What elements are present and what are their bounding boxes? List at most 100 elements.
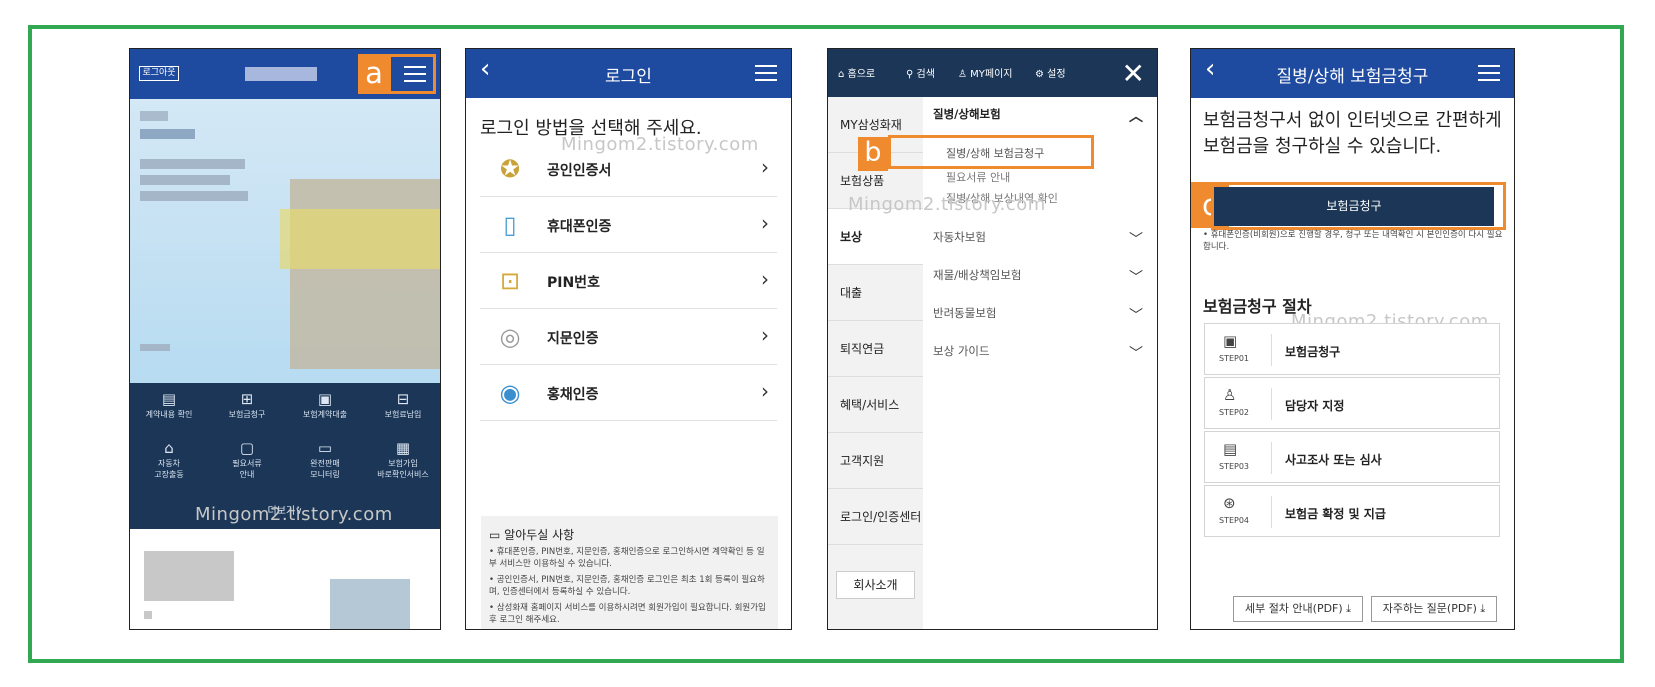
eye-icon: ◉ — [499, 379, 521, 407]
login-option-certificate[interactable]: ✪ 공인인증서 › — [480, 141, 777, 197]
speech-bubble-icon: ▭ — [489, 528, 505, 542]
page-title: 로그인 — [605, 67, 652, 87]
chevron-right-icon: › — [761, 155, 769, 179]
blurred-text — [140, 129, 195, 139]
home-screen: 로그아웃 ▤ 계약내용 확인 ⊞ 보험금청구 ▣ 보험계약대출 ⊟ 보험료납입 ⌂ 자동차… — [129, 48, 441, 630]
notice-title: ▭ 알아두실 사항 — [489, 528, 575, 542]
hamburger-icon[interactable] — [755, 65, 777, 81]
menu-item-compensation[interactable]: 보상 — [828, 209, 923, 265]
chevron-up-icon: ︿ — [1129, 109, 1143, 125]
step-4: ⊛ STEP04 보험금 확정 및 지급 — [1204, 485, 1500, 537]
car-icon: ⌂ — [164, 439, 174, 457]
section-auto[interactable]: 자동차보험 ﹀ — [933, 229, 1143, 248]
promo-area — [130, 529, 440, 629]
chevron-down-icon: ﹀ — [1129, 270, 1143, 286]
step-label: 보험금 확정 및 지급 — [1285, 507, 1386, 521]
loan-icon: ▣ — [317, 390, 333, 408]
step-number: STEP04 — [1219, 516, 1250, 525]
tile-claim[interactable]: ⊞ 보험금청구 — [208, 390, 286, 420]
back-icon[interactable]: ‹ — [480, 54, 490, 84]
settings-link[interactable]: ⚙ 설정 — [1035, 65, 1066, 80]
claim-screen: ‹ 질병/상해 보험금청구 보험금청구서 없이 인터넷으로 간편하게 보험금을 … — [1190, 48, 1515, 630]
claim-topbar: ‹ 질병/상해 보험금청구 — [1191, 49, 1514, 98]
chevron-right-icon: › — [761, 267, 769, 291]
search-link[interactable]: ⚲ 검색 — [906, 65, 935, 80]
divider — [1271, 388, 1272, 420]
login-option-fingerprint[interactable]: ◎ 지문인증 › — [480, 309, 777, 365]
tile-loan[interactable]: ▣ 보험계약대출 — [286, 390, 364, 420]
option-label: PIN번호 — [547, 275, 600, 291]
step-number: STEP03 — [1219, 462, 1250, 471]
blurred-text — [140, 344, 170, 351]
hamburger-icon[interactable] — [1478, 65, 1500, 81]
login-option-phone[interactable]: ▯ 휴대폰인증 › — [480, 197, 777, 253]
step-3: ▤ STEP03 사고조사 또는 심사 — [1204, 431, 1500, 483]
section-guide[interactable]: 보상 가이드 ﹀ — [933, 343, 1143, 362]
phone-icon: ▯ — [503, 211, 517, 239]
login-option-iris[interactable]: ◉ 홍채인증 › — [480, 365, 777, 421]
tile-confirm[interactable]: ▦ 보험가입 바로확인서비스 — [364, 439, 440, 480]
hamburger-icon[interactable] — [404, 66, 426, 82]
blurred-image — [330, 579, 410, 629]
home-link[interactable]: ⌂ 홈으로 — [838, 65, 875, 80]
close-icon[interactable]: ✕ — [1122, 57, 1145, 90]
sub-link-claim[interactable]: 질병/상해 보험금청구 — [946, 145, 1044, 161]
claim-button[interactable]: 보험금청구 — [1214, 187, 1494, 226]
section-pet[interactable]: 반려동물보험 ﹀ — [933, 305, 1143, 324]
menu-item-benefits[interactable]: 혜택/서비스 — [828, 377, 923, 433]
menu-item-loan[interactable]: 대출 — [828, 265, 923, 321]
tile-documents[interactable]: ▢ 필요서류 안내 — [208, 439, 286, 480]
fingerprint-icon: ◎ — [499, 323, 521, 351]
menu-item-support[interactable]: 고객지원 — [828, 433, 923, 489]
process-pdf-button[interactable]: 세부 절차 안내(PDF) ⤓ — [1233, 596, 1363, 622]
document-check-icon: ▤ — [161, 390, 177, 408]
chevron-right-icon: › — [761, 211, 769, 235]
mypage-link[interactable]: ♙ MY페이지 — [958, 65, 1013, 80]
watermark: Mingom2.tistory.com — [195, 504, 393, 525]
logout-button[interactable]: 로그아웃 — [139, 66, 179, 81]
blurred-text — [144, 611, 152, 619]
option-label: 공인인증서 — [547, 163, 612, 179]
payment-icon: ⊛ — [1223, 494, 1236, 512]
section-property[interactable]: 재물/배상책임보험 ﹀ — [933, 267, 1143, 286]
claim-lead: 보험금청구서 없이 인터넷으로 간편하게 보험금을 청구하실 수 있습니다. — [1203, 110, 1502, 157]
document-icon: ▢ — [239, 439, 255, 457]
chevron-right-icon: › — [761, 323, 769, 347]
claim-icon: ⊞ — [240, 390, 254, 408]
menu-screen: ⌂ 홈으로 ⚲ 검색 ♙ MY페이지 ⚙ 설정 ✕ MY삼성화재 보험상품 보상… — [827, 48, 1158, 630]
blurred-image — [280, 209, 440, 269]
step-2: ♙ STEP02 담당자 지정 — [1204, 377, 1500, 429]
faq-pdf-button[interactable]: 자주하는 질문(PDF) ⤓ — [1371, 596, 1497, 622]
confirm-icon: ▦ — [395, 439, 411, 457]
gear-icon: ⚙ — [1035, 69, 1048, 80]
person-icon: ♙ — [958, 69, 971, 80]
menu-item-login-center[interactable]: 로그인/인증센터 — [828, 489, 923, 545]
sub-link-documents[interactable]: 필요서류 안내 — [946, 169, 1010, 185]
review-icon: ▤ — [1223, 440, 1238, 458]
blurred-text — [144, 551, 234, 601]
tile-car[interactable]: ⌂ 자동차 고장출동 — [130, 439, 208, 480]
login-topbar: ‹ 로그인 — [466, 49, 791, 98]
payment-icon: ⊟ — [396, 390, 410, 408]
tile-monitoring[interactable]: ▭ 완전판매 모니터링 — [286, 439, 364, 480]
watermark: Mingom2.tistory.com — [848, 194, 1046, 215]
pin-lock-icon: ⊡ — [499, 267, 521, 295]
step-1: ▣ STEP01 보험금청구 — [1204, 323, 1500, 375]
notice-box: ▭ 알아두실 사항 • 휴대폰인증, PIN번호, 지문인증, 홍채인증으로 로… — [481, 516, 778, 629]
section-disease[interactable]: 질병/상해보험 ︿ — [933, 106, 1143, 125]
chevron-right-icon: › — [761, 379, 769, 403]
company-button[interactable]: 회사소개 — [836, 571, 915, 599]
tile-contract[interactable]: ▤ 계약내용 확인 — [130, 390, 208, 420]
blurred-text — [140, 191, 248, 201]
menu-item-pension[interactable]: 퇴직연금 — [828, 321, 923, 377]
chevron-down-icon: ﹀ — [1129, 346, 1143, 362]
marker-a: a — [358, 54, 390, 94]
tile-payment[interactable]: ⊟ 보험료납입 — [364, 390, 440, 420]
monitor-icon: ▭ — [317, 439, 333, 457]
back-icon[interactable]: ‹ — [1205, 54, 1215, 84]
divider — [1271, 442, 1272, 474]
step-number: STEP01 — [1219, 354, 1250, 363]
login-option-pin[interactable]: ⊡ PIN번호 › — [480, 253, 777, 309]
marker-b: b — [858, 137, 888, 171]
chevron-down-icon: ﹀ — [1129, 232, 1143, 248]
